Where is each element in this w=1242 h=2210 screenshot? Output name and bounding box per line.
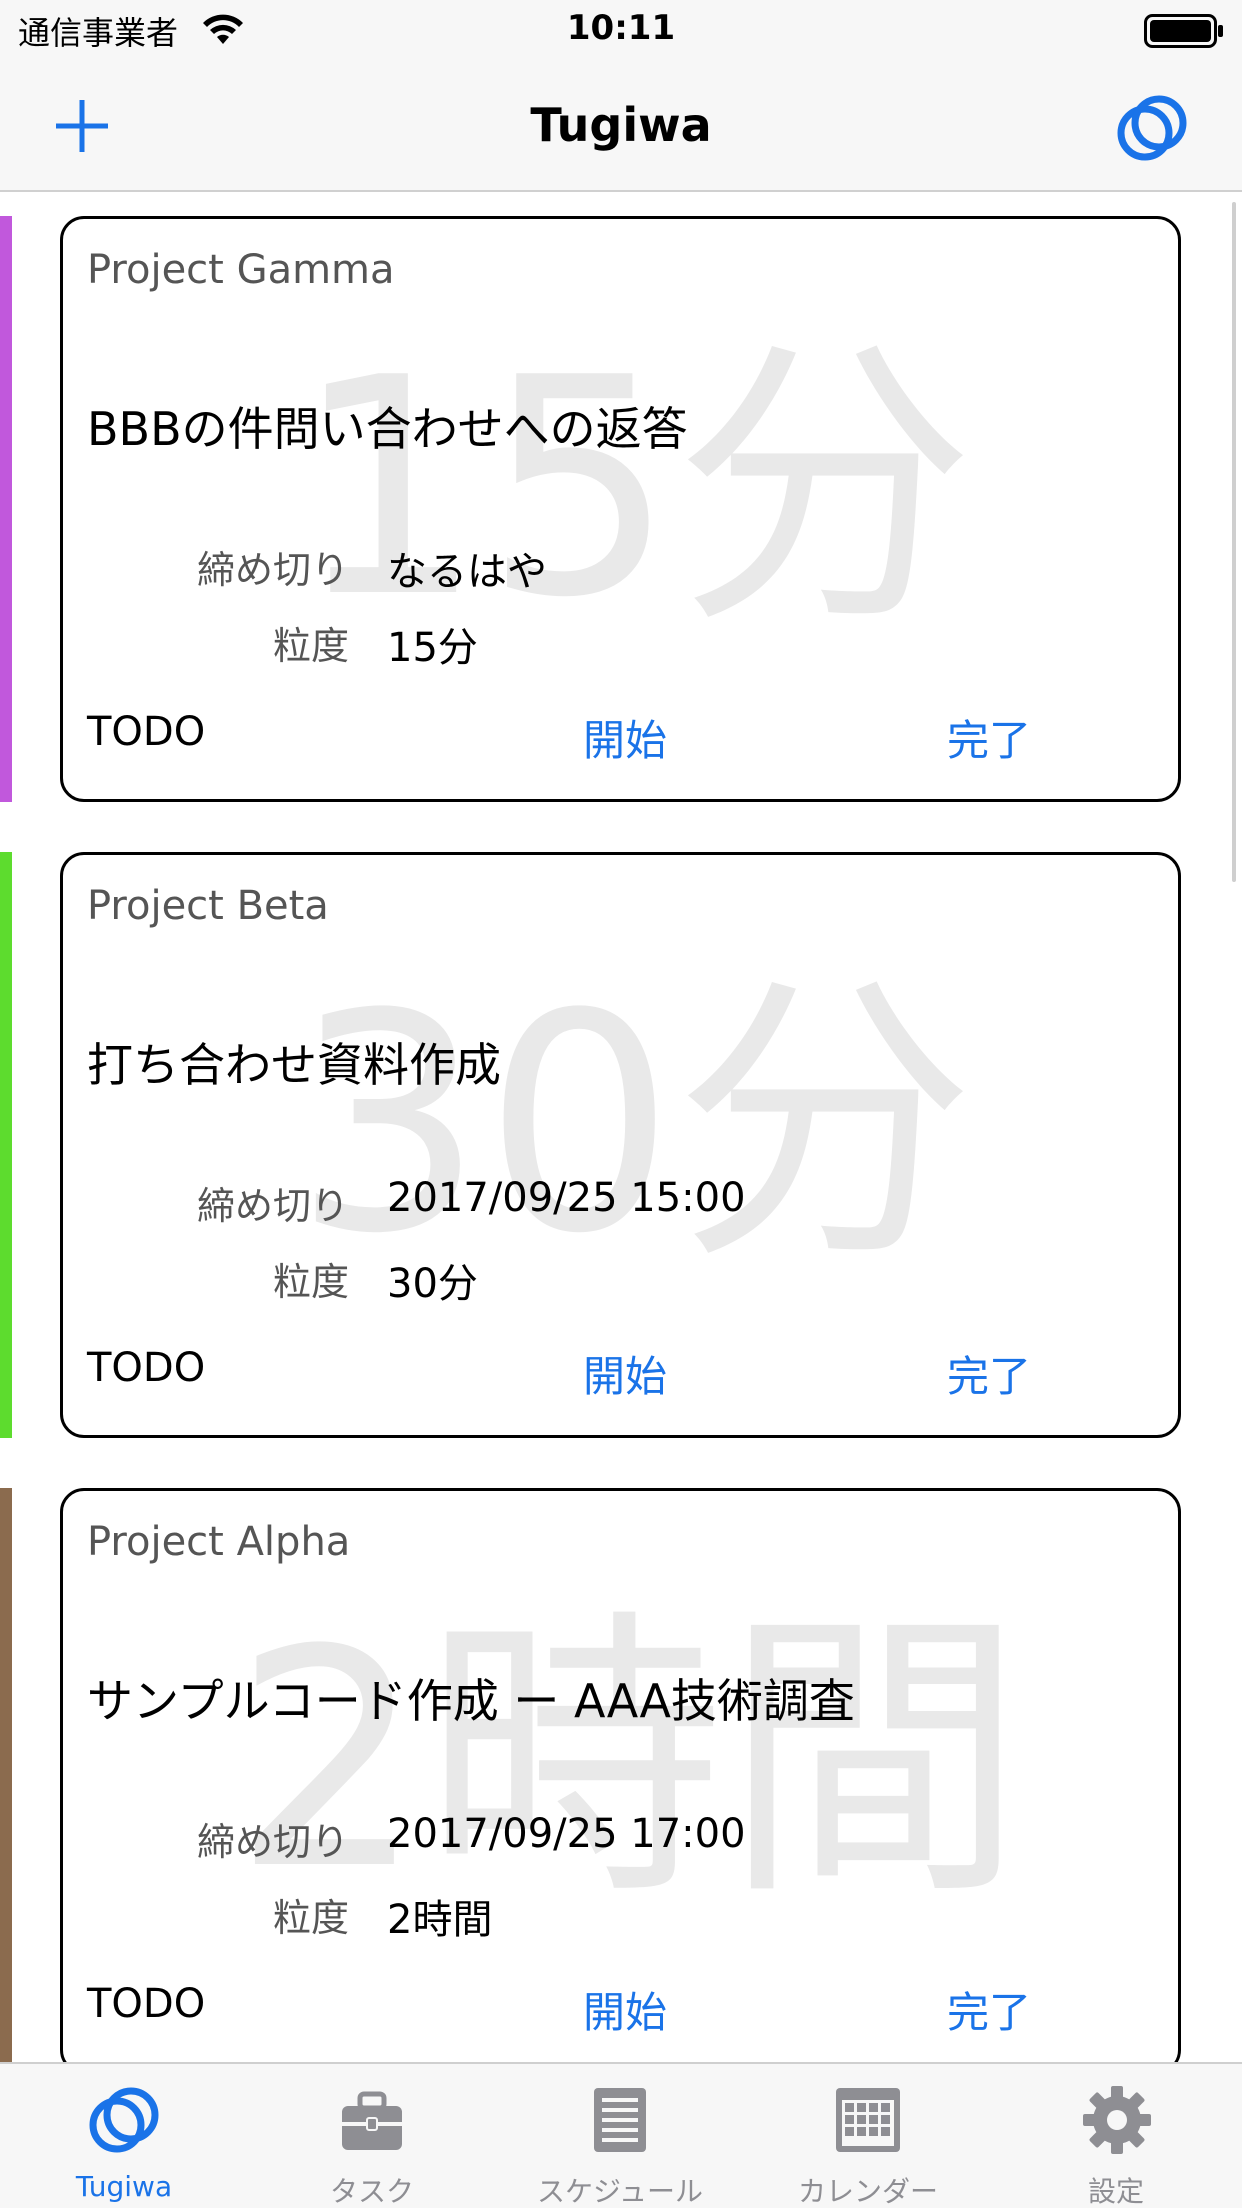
task-title: サンプルコード作成 ー AAA技術調査: [87, 1674, 855, 1728]
navigation-bar: Tugiwa: [0, 60, 1242, 192]
tab-bar: Tugiwa タスク スケジュール カレンダー 設定: [0, 2062, 1242, 2208]
task-status: TODO: [87, 709, 206, 755]
task-status: TODO: [87, 1981, 206, 2027]
granularity-watermark: 30分: [293, 950, 975, 1299]
tab-label: タスク: [329, 2175, 414, 2208]
tugiwa-logo-icon: [89, 2087, 159, 2153]
granularity-label: 粒度: [272, 1896, 349, 1940]
briefcase-icon: [342, 2091, 402, 2150]
granularity-value: 2時間: [387, 1897, 493, 1943]
tugiwa-logo-icon[interactable]: [1114, 90, 1190, 166]
start-button[interactable]: 開始: [583, 1979, 667, 2040]
tab-label: スケジュール: [536, 2175, 704, 2208]
deadline-value: 2017/09/25 17:00: [387, 1811, 746, 1857]
granularity-value: 15分: [387, 625, 478, 671]
deadline-label: 締め切り: [196, 548, 349, 592]
tab-label: カレンダー: [797, 2175, 938, 2208]
deadline-value: 2017/09/25 15:00: [387, 1175, 746, 1221]
task-card[interactable]: 15分 Project Gamma BBBの件問い合わせへの返答 締め切り なる…: [60, 216, 1181, 802]
battery-icon: [1144, 14, 1223, 48]
document-list-icon: [594, 2088, 646, 2152]
task-card[interactable]: 30分 Project Beta 打ち合わせ資料作成 締め切り 2017/09/…: [60, 852, 1181, 1438]
task-status: TODO: [87, 1345, 206, 1391]
tab-tugiwa[interactable]: Tugiwa: [0, 2064, 248, 2210]
start-button[interactable]: 開始: [583, 707, 667, 768]
tab-schedule[interactable]: スケジュール: [496, 2064, 744, 2210]
task-title: 打ち合わせ資料作成: [87, 1038, 501, 1092]
complete-button[interactable]: 完了: [947, 707, 1031, 768]
deadline-label: 締め切り: [196, 1820, 349, 1864]
start-button[interactable]: 開始: [583, 1343, 667, 1404]
page-title: Tugiwa: [530, 98, 712, 152]
complete-button[interactable]: 完了: [947, 1343, 1031, 1404]
task-title: BBBの件問い合わせへの返答: [87, 402, 688, 456]
task-card[interactable]: 2時間 Project Alpha サンプルコード作成 ー AAA技術調査 締め…: [60, 1488, 1181, 2062]
project-color-bar: [0, 852, 12, 1438]
granularity-watermark: 2時間: [233, 1586, 1024, 1935]
deadline-label: 締め切り: [196, 1184, 349, 1228]
task-list[interactable]: 15分 Project Gamma BBBの件問い合わせへの返答 締め切り なる…: [0, 192, 1242, 2062]
complete-button[interactable]: 完了: [947, 1979, 1031, 2040]
project-name: Project Beta: [87, 883, 329, 929]
tab-label: 設定: [1087, 2175, 1144, 2208]
status-time: 10:11: [566, 8, 676, 48]
tab-label: Tugiwa: [75, 2170, 173, 2203]
project-color-bar: [0, 216, 12, 802]
granularity-value: 30分: [387, 1261, 478, 1307]
status-bar: 通信事業者 10:11: [0, 0, 1242, 60]
tab-calendar[interactable]: カレンダー: [744, 2064, 992, 2210]
project-name: Project Alpha: [87, 1519, 351, 1565]
calendar-grid-icon: [836, 2088, 900, 2152]
project-color-bar: [0, 1488, 12, 2062]
granularity-label: 粒度: [272, 1260, 349, 1304]
gear-icon: [1083, 2086, 1151, 2154]
tab-settings[interactable]: 設定: [992, 2064, 1242, 2210]
deadline-value: なるはや: [387, 549, 547, 595]
tab-tasks[interactable]: タスク: [248, 2064, 496, 2210]
scroll-indicator[interactable]: [1232, 202, 1236, 882]
granularity-label: 粒度: [272, 624, 349, 668]
project-name: Project Gamma: [87, 247, 395, 293]
